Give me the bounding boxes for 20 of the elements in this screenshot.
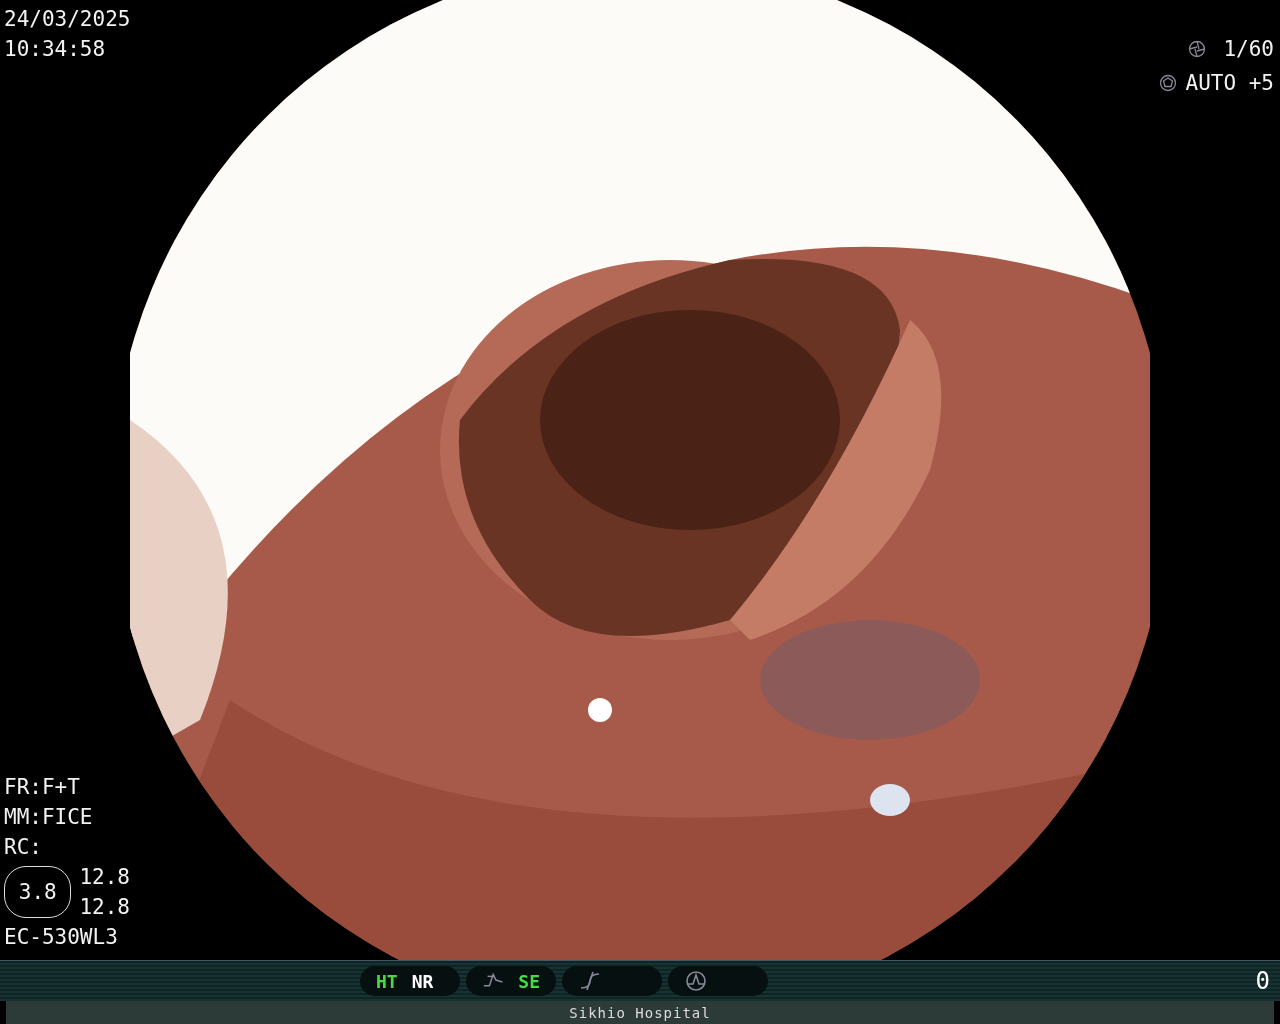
- mode-indicator: SE: [518, 970, 540, 992]
- setting-text: FR:F+T: [4, 774, 81, 801]
- setting-text: RC:: [4, 834, 43, 861]
- counter-text: 0: [1255, 967, 1270, 995]
- iris-text: AUTO +5: [1185, 70, 1274, 97]
- hospital-name: Sikhio Hospital: [569, 1004, 711, 1021]
- mode-indicator: NR: [411, 970, 434, 992]
- shutter-text: 1/60: [1222, 36, 1274, 63]
- scope-model-text: EC-530WL3: [4, 924, 119, 951]
- reading-text: 12.8: [79, 864, 130, 891]
- setting-text: MM:FICE: [4, 804, 94, 831]
- peak-icon: [684, 970, 708, 992]
- zoom-badge: 3.8: [4, 866, 72, 918]
- aperture-icon: [1188, 40, 1206, 58]
- curve-icon: [578, 970, 602, 992]
- mode-indicator: HT: [376, 970, 398, 992]
- date-text: 24/03/2025: [4, 6, 130, 33]
- time-text: 10:34:58: [4, 36, 107, 63]
- reading-text: 12.8: [79, 894, 130, 921]
- iris-icon: [1159, 74, 1178, 92]
